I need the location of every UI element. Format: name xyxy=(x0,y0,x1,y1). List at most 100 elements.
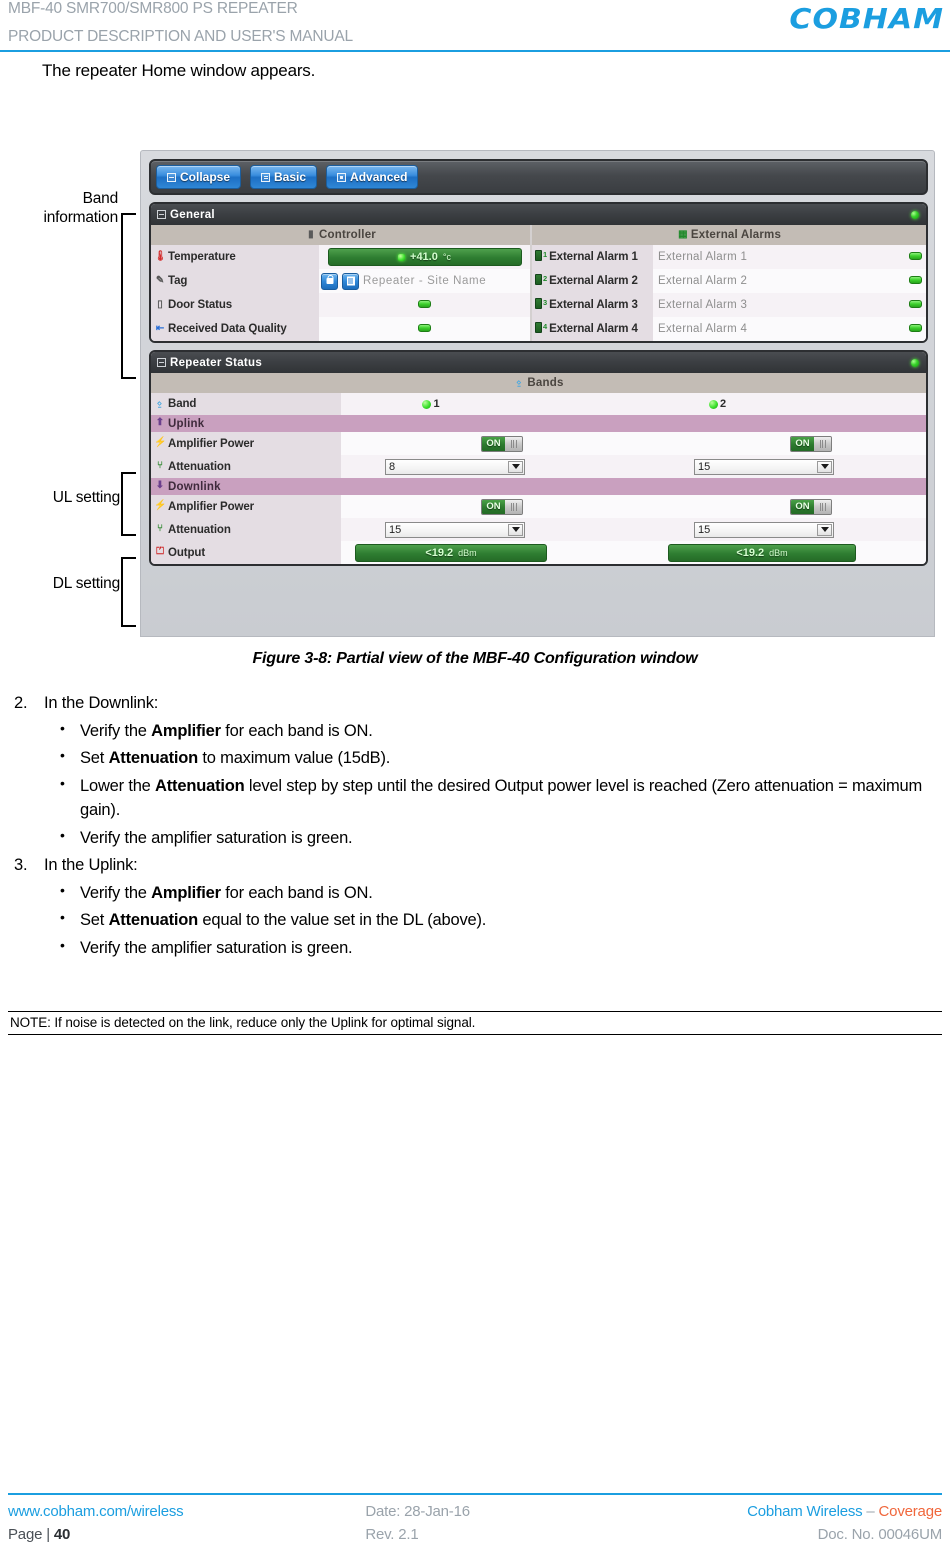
general-panel-header[interactable]: General xyxy=(151,204,926,225)
downlink-band1-amplifier-cell: ON xyxy=(341,495,605,518)
table-row: ⇤ Received Data Quality 4 External Alarm 4… xyxy=(151,317,926,341)
step-2-bullet-1-bold: Amplifier xyxy=(151,721,221,740)
window-toolbar: Collapse Basic Advanced xyxy=(149,159,928,195)
footer-doc-number: Doc. No. 00046UM xyxy=(817,1526,943,1543)
external-alarm-2-name: External Alarm 2 xyxy=(658,275,748,287)
external-alarm-4-label-cell: 4 External Alarm 4 xyxy=(530,317,653,341)
external-alarm-4-number: 4 xyxy=(543,322,548,331)
uplink-band2-amplifier-cell: ON xyxy=(605,432,926,455)
arrow-down-icon: ⬇ xyxy=(155,480,165,492)
edit-tag-icon[interactable] xyxy=(342,272,359,290)
header-title-line2: PRODUCT DESCRIPTION AND USER'S MANUAL xyxy=(8,28,353,45)
downlink-band1-attenuation-select[interactable]: 15 xyxy=(385,521,525,538)
list-item: • Verify the amplifier saturation is gre… xyxy=(0,936,950,960)
downlink-band1-amplifier-toggle[interactable]: ON xyxy=(481,498,523,515)
external-alarm-3-label: External Alarm 3 xyxy=(549,299,638,311)
downlink-band1-amplifier-state: ON xyxy=(482,499,505,514)
bracket-dl-setting xyxy=(121,557,136,627)
footer-page-label: Page | xyxy=(8,1526,54,1543)
step-3-bullet-1-pre: Verify the xyxy=(80,883,152,902)
door-status-label: Door Status xyxy=(168,299,233,311)
external-alarm-3-name: External Alarm 3 xyxy=(658,299,748,311)
tag-label: Tag xyxy=(168,275,188,287)
band-1-number: 1 xyxy=(433,398,440,410)
step-3-title: In the Uplink: xyxy=(44,855,138,874)
chevron-down-icon[interactable] xyxy=(817,523,832,536)
general-column-headers: ▮ Controller ▦ External Alarms xyxy=(151,225,926,245)
collapse-toggle-icon[interactable] xyxy=(157,358,166,367)
external-alarm-4-name-cell: External Alarm 4 xyxy=(653,317,904,341)
step-2-bullet-2-bold: Attenuation xyxy=(108,749,199,768)
advanced-button[interactable]: Advanced xyxy=(326,165,419,189)
uplink-section-row: ⬆ Uplink xyxy=(151,415,926,432)
external-alarm-1-name-cell: External Alarm 1 xyxy=(653,245,904,269)
toggle-knob xyxy=(505,436,522,451)
output-band1-value: <19.2 xyxy=(425,546,454,559)
tag-row-label: ✎ Tag xyxy=(151,269,319,293)
uplink-band2-amplifier-toggle[interactable]: ON xyxy=(790,435,832,452)
alarm-connector-icon xyxy=(535,250,542,262)
downlink-section-row: ⬇ Downlink xyxy=(151,478,926,495)
repeater-status-panel-header[interactable]: Repeater Status xyxy=(151,352,926,373)
downlink-band2-amplifier-toggle[interactable]: ON xyxy=(790,498,832,515)
downlink-band2-attenuation-cell: 15 xyxy=(605,518,926,541)
square-icon xyxy=(337,172,347,182)
bullet-icon: • xyxy=(60,826,65,843)
downlink-band2-attenuation-select[interactable]: 15 xyxy=(694,521,834,538)
footer-brand-name[interactable]: Cobham Wireless xyxy=(747,1503,863,1520)
uplink-section-header: ⬆ Uplink xyxy=(151,415,926,432)
list-item: • Set Attenuation to maximum value (15dB… xyxy=(0,746,950,770)
table-row: ✎ Tag Repeater - Site Name 2 External Alar… xyxy=(151,269,926,293)
footer-brand-suffix[interactable]: Coverage xyxy=(879,1503,943,1520)
signal-icon: ⇤ xyxy=(155,322,165,334)
uplink-amplifier-label: Amplifier Power xyxy=(168,437,255,450)
table-row: ⍚ Band 1 2 xyxy=(151,393,926,415)
basic-button[interactable]: Basic xyxy=(250,165,318,189)
output-band1-bar: <19.2 dBm xyxy=(355,543,547,562)
toggle-knob xyxy=(814,436,831,451)
collapse-button[interactable]: Collapse xyxy=(156,165,242,189)
list-item: • Set Attenuation equal to the value set… xyxy=(0,908,950,932)
table-row: 🌡Temperature +41.0 °c 1External Alarm 1 xyxy=(151,245,926,269)
step-3-number: 3. xyxy=(14,855,28,874)
collapse-toggle-icon[interactable] xyxy=(157,210,166,219)
uplink-band1-attenuation-select[interactable]: 8 xyxy=(385,458,525,475)
amplifier-icon: ⚡ xyxy=(154,500,167,512)
downlink-amplifier-row-label: ⚡ Amplifier Power xyxy=(151,495,341,518)
bullet-icon: • xyxy=(60,719,65,736)
list-item: • Verify the amplifier saturation is gre… xyxy=(0,826,950,850)
note-box: NOTE: If noise is detected on the link, … xyxy=(8,1011,942,1035)
intro-paragraph: The repeater Home window appears. xyxy=(42,61,316,80)
uplink-band1-amplifier-toggle[interactable]: ON xyxy=(481,435,523,452)
annotation-band-information: Band information xyxy=(18,190,119,228)
repeater-home-window: Collapse Basic Advanced General ▮ Contro… xyxy=(140,150,935,637)
downlink-band1-attenuation-value: 15 xyxy=(389,523,402,536)
attenuation-icon: ⑂ xyxy=(157,523,163,535)
step-2-bullet-1-post: for each band is ON. xyxy=(220,721,373,740)
received-data-quality-label: Received Data Quality xyxy=(168,323,287,335)
temperature-value-cell: +41.0 °c xyxy=(319,245,531,269)
temperature-led-icon xyxy=(398,253,406,261)
band-row-label: ⍚ Band xyxy=(151,393,341,415)
chevron-down-icon[interactable] xyxy=(817,460,832,473)
step-2-bullet-4-pre: Verify the amplifier saturation is green… xyxy=(80,828,353,847)
figure-3-8: Band information UL setting DL setting C… xyxy=(0,150,950,640)
chevron-down-icon[interactable] xyxy=(508,460,523,473)
controller-column-header: ▮ Controller xyxy=(151,225,531,245)
uplink-attenuation-label: Attenuation xyxy=(168,460,231,473)
annotation-dl-setting: DL setting xyxy=(52,575,120,592)
toggle-knob xyxy=(814,499,831,514)
footer-brand-separator: – xyxy=(862,1503,879,1520)
uplink-attenuation-row-label: ⑂ Attenuation xyxy=(151,455,341,478)
output-band1-unit: dBm xyxy=(458,547,477,558)
uplink-band2-attenuation-select[interactable]: 15 xyxy=(694,458,834,475)
page-footer: www.cobham.com/wireless Date: 28-Jan-16 … xyxy=(0,1487,950,1563)
chevron-down-icon[interactable] xyxy=(508,523,523,536)
external-alarm-2-name-cell: External Alarm 2 xyxy=(653,269,904,293)
step-2-bullet-3-pre: Lower the xyxy=(80,776,156,795)
footer-website-link[interactable]: www.cobham.com/wireless xyxy=(8,1503,319,1520)
table-row: ▯ Door Status 3 External Alarm 3 External … xyxy=(151,293,926,317)
lock-icon[interactable] xyxy=(321,272,338,290)
band-2-number: 2 xyxy=(719,398,727,410)
amplifier-icon: ⚡ xyxy=(154,437,167,449)
